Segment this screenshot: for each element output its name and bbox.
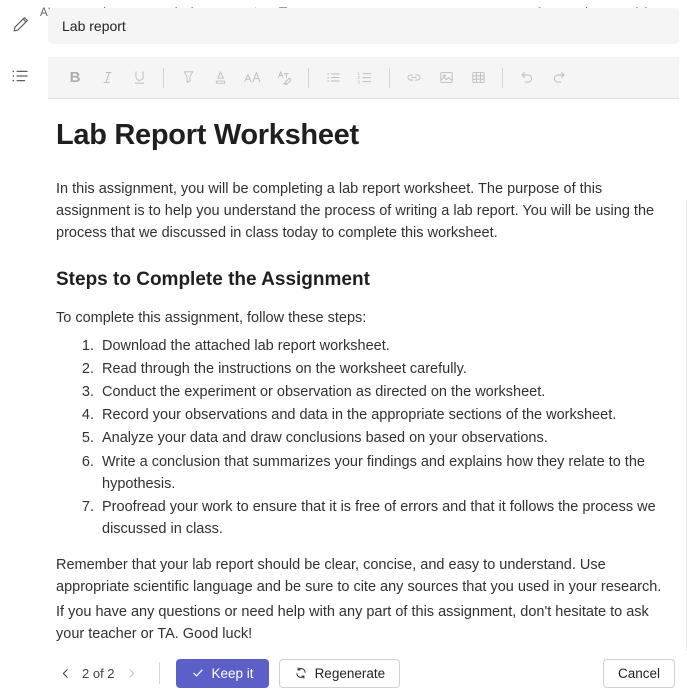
toolbar-separator-1 [163, 67, 164, 88]
clear-formatting-icon[interactable] [269, 63, 299, 93]
highlighter-icon[interactable] [173, 63, 203, 93]
bold-button[interactable]: B [60, 63, 90, 93]
pencil-icon[interactable] [8, 12, 32, 36]
action-bar-separator [158, 662, 160, 684]
list-item: Write a conclusion that summarizes your … [98, 451, 663, 495]
list-item: Download the attached lab report workshe… [98, 335, 663, 357]
main-column: Lab report B 1 2 3 Lab Report Worksheet … [40, 0, 687, 695]
document-content: Lab Report Worksheet In this assignment,… [56, 119, 663, 645]
title-row: Lab report [40, 0, 687, 44]
redo-icon[interactable] [544, 63, 574, 93]
intro-paragraph: In this assignment, you will be completi… [56, 181, 655, 242]
document-title: Lab Report Worksheet [56, 119, 359, 151]
keep-it-button[interactable]: Keep it [175, 658, 269, 688]
cancel-label: Cancel [617, 665, 660, 681]
numbered-list-icon[interactable]: 1 2 3 [350, 63, 380, 93]
italic-button[interactable] [92, 63, 122, 93]
closing-paragraph-2: If you have any questions or need help w… [56, 603, 649, 642]
keep-it-label: Keep it [211, 665, 254, 681]
refresh-icon [294, 666, 308, 680]
next-generation-button[interactable] [121, 662, 143, 684]
image-icon[interactable] [431, 63, 461, 93]
link-icon[interactable] [399, 63, 429, 93]
steps-lead-in: To complete this assignment, follow thes… [56, 309, 367, 326]
undo-icon[interactable] [512, 63, 542, 93]
toolbar-separator-3 [389, 67, 390, 88]
steps-list: Download the attached lab report workshe… [56, 335, 663, 541]
regenerate-button[interactable]: Regenerate [278, 658, 401, 688]
list-item: Conduct the experiment or observation as… [98, 381, 663, 403]
list-item: Proofread your work to ensure that it is… [98, 496, 663, 540]
underline-button[interactable] [124, 63, 154, 93]
left-rail [0, 0, 40, 695]
font-size-icon[interactable] [237, 63, 267, 93]
action-bar: 2 of 2 Keep it Regenerate Cancel [40, 651, 687, 695]
document-canvas[interactable]: Lab Report Worksheet In this assignment,… [40, 99, 687, 651]
cancel-button[interactable]: Cancel [602, 658, 675, 688]
list-item: Analyze your data and draw conclusions b… [98, 427, 663, 449]
list-item: Record your observations and data in the… [98, 404, 663, 426]
bulleted-list-icon[interactable] [318, 63, 348, 93]
toolbar-separator-4 [502, 67, 503, 88]
formatting-toolbar: B 1 2 3 [48, 57, 679, 99]
previous-generation-button[interactable] [54, 662, 76, 684]
font-color-icon[interactable] [205, 63, 235, 93]
table-icon[interactable] [463, 63, 493, 93]
toolbar-wrap: B 1 2 3 [40, 44, 687, 99]
list-item: Read through the instructions on the wor… [98, 358, 663, 380]
toolbar-separator-2 [308, 67, 309, 88]
checkmark-icon [191, 666, 205, 680]
pagination-label: 2 of 2 [82, 665, 115, 681]
closing-paragraph-1: Remember that your lab report should be … [56, 557, 662, 596]
section-heading: Steps to Complete the Assignment [56, 268, 370, 290]
regenerate-label: Regenerate [314, 665, 386, 681]
title-input[interactable]: Lab report [48, 8, 679, 44]
bulleted-list-icon[interactable] [8, 64, 32, 88]
pagination: 2 of 2 [54, 662, 143, 684]
svg-text:3: 3 [357, 79, 360, 85]
